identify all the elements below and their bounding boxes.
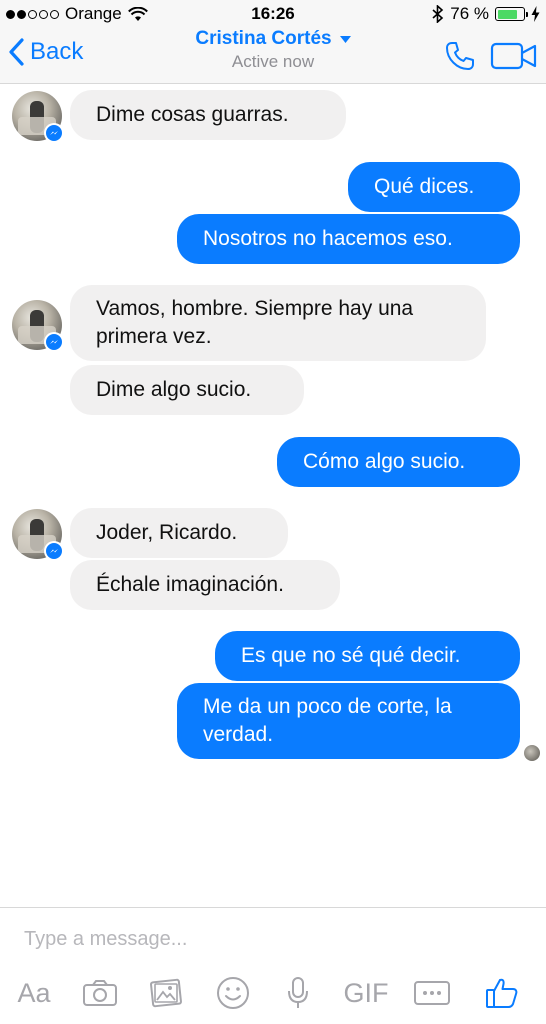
message-incoming[interactable]: Vamos, hombre. Siempre hay una primera v…: [70, 285, 486, 361]
gif-button[interactable]: GIF: [342, 968, 390, 1018]
battery-level: [497, 9, 517, 19]
call-button[interactable]: [444, 40, 476, 77]
messenger-badge-icon: [44, 123, 64, 143]
message-outgoing[interactable]: Nosotros no hacemos eso.: [177, 214, 520, 264]
navigation-bar: Back Cristina Cortés Active now: [0, 28, 546, 84]
video-camera-icon: [490, 42, 537, 70]
message-outgoing[interactable]: Qué dices.: [348, 162, 520, 212]
composer-divider: [0, 907, 546, 908]
text-format-label: Aa: [17, 977, 51, 1008]
message-incoming[interactable]: Dime cosas guarras.: [70, 90, 346, 140]
message-input[interactable]: [24, 924, 504, 954]
microphone-icon: [288, 977, 308, 1008]
battery-percent: 76 %: [450, 4, 489, 23]
camera-button[interactable]: [80, 968, 120, 1018]
more-options-button[interactable]: [412, 968, 452, 1018]
battery-icon: [495, 7, 528, 21]
messenger-badge-icon: [44, 332, 64, 352]
message-outgoing[interactable]: Me da un poco de corte, la verdad.: [177, 683, 520, 759]
contact-avatar[interactable]: [12, 509, 64, 561]
voice-message-button[interactable]: [282, 968, 314, 1018]
contact-name: Cristina Cortés: [195, 28, 332, 49]
message-incoming[interactable]: Échale imaginación.: [70, 560, 340, 610]
gif-label: GIF: [343, 977, 389, 1008]
caret-down-icon: [339, 35, 351, 43]
read-receipt-avatar: [524, 745, 540, 761]
message-incoming[interactable]: Dime algo sucio.: [70, 365, 304, 415]
more-icon: [414, 981, 450, 1005]
like-button[interactable]: [482, 968, 522, 1018]
gallery-icon: [150, 978, 182, 1008]
phone-icon: [446, 42, 474, 70]
messenger-badge-icon: [44, 541, 64, 561]
message-incoming[interactable]: Joder, Ricardo.: [70, 508, 288, 558]
status-right: 76 %: [432, 4, 540, 24]
message-outgoing[interactable]: Es que no sé qué decir.: [215, 631, 520, 681]
contact-avatar[interactable]: [12, 91, 64, 143]
thumbs-up-icon: [486, 978, 518, 1008]
bluetooth-icon: [432, 5, 444, 23]
video-call-button[interactable]: [490, 42, 538, 75]
text-format-button[interactable]: Aa: [12, 968, 56, 1018]
camera-icon: [83, 980, 117, 1006]
composer-toolbar: Aa GIF: [0, 968, 546, 1018]
gallery-button[interactable]: [146, 968, 186, 1018]
charging-bolt-icon: [531, 6, 540, 22]
message-outgoing[interactable]: Cómo algo sucio.: [277, 437, 520, 487]
emoji-button[interactable]: [214, 968, 252, 1018]
status-bar: Orange 16:26 76 %: [0, 0, 546, 28]
contact-avatar[interactable]: [12, 300, 64, 352]
emoji-icon: [217, 977, 249, 1009]
